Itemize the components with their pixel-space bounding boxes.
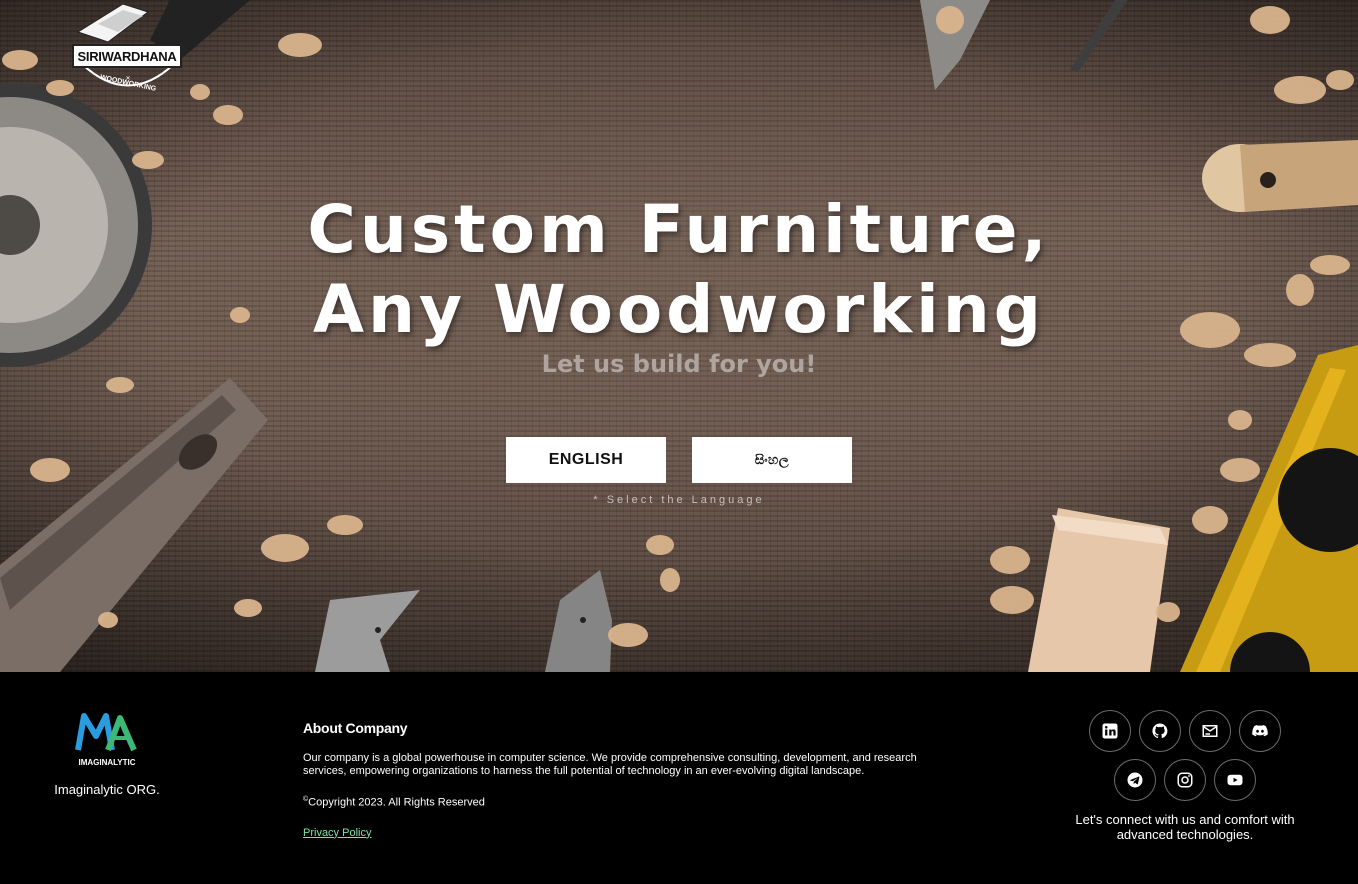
hero-section: ✕ SIRIWARDHANA WOODWORKING Custom Furnit…	[0, 0, 1358, 672]
hero-tagline: Let us build for you!	[541, 350, 817, 378]
imaginalytic-logo-icon: IMAGINALYTIC	[75, 713, 137, 767]
privacy-policy-link[interactable]: Privacy Policy	[303, 827, 371, 839]
logo-text: SIRIWARDHANA	[72, 44, 182, 68]
about-block: About Company Our company is a global po…	[303, 720, 923, 841]
mail-button[interactable]	[1189, 710, 1231, 752]
social-links: Let's connect with us and comfort with a…	[1060, 710, 1310, 842]
english-language-button[interactable]: ENGLISH	[506, 437, 666, 483]
telegram-icon	[1127, 772, 1143, 788]
headline-line-2: Any Woodworking	[312, 271, 1046, 348]
footer: IMAGINALYTIC Imaginalytic ORG. About Com…	[0, 672, 1358, 884]
org-logo-text: IMAGINALYTIC	[78, 758, 135, 767]
github-button[interactable]	[1139, 710, 1181, 752]
social-row-1	[1060, 710, 1310, 752]
discord-button[interactable]	[1239, 710, 1281, 752]
org-block: IMAGINALYTIC Imaginalytic ORG.	[40, 710, 174, 797]
org-caption: Imaginalytic ORG.	[54, 782, 160, 797]
linkedin-button[interactable]	[1089, 710, 1131, 752]
copyright-label: Copyright 2023. All Rights Reserved	[308, 796, 485, 809]
language-hint: * Select the Language	[593, 494, 765, 506]
about-description: Our company is a global powerhouse in co…	[303, 752, 917, 777]
about-title: About Company	[303, 720, 408, 736]
social-row-2	[1060, 759, 1310, 801]
headline-line-1: Custom Furniture,	[307, 191, 1051, 268]
linkedin-icon	[1102, 723, 1118, 739]
copyright-text: ©Copyright 2023. All Rights Reserved	[303, 796, 923, 809]
discord-icon	[1252, 725, 1268, 737]
mail-icon	[1202, 725, 1218, 737]
hero-headline: Custom Furniture, Any Woodworking	[0, 190, 1358, 350]
youtube-button[interactable]	[1214, 759, 1256, 801]
sinhala-language-button[interactable]: සිංහල	[692, 437, 852, 483]
instagram-icon	[1177, 772, 1193, 788]
telegram-button[interactable]	[1114, 759, 1156, 801]
github-icon	[1152, 723, 1168, 739]
connect-text: Let's connect with us and comfort with a…	[1075, 812, 1295, 842]
instagram-button[interactable]	[1164, 759, 1206, 801]
imaginalytic-logo[interactable]: IMAGINALYTIC	[72, 710, 142, 770]
youtube-icon	[1227, 774, 1243, 786]
siriwardhana-logo[interactable]: ✕ SIRIWARDHANA WOODWORKING	[68, 2, 188, 100]
